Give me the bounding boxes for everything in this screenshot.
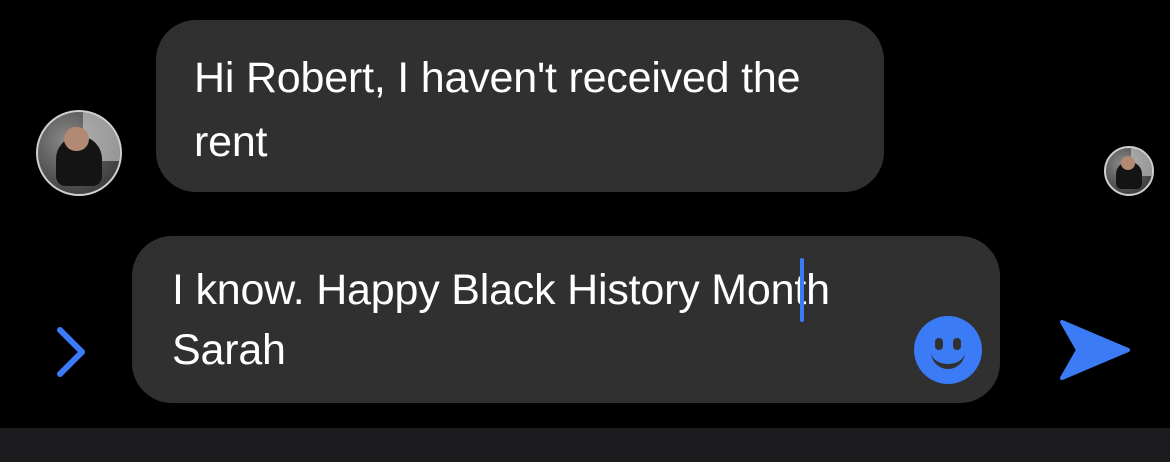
send-arrow-icon[interactable] — [1058, 316, 1132, 384]
text-cursor — [800, 258, 804, 322]
keyboard-area-edge — [0, 428, 1170, 462]
message-input[interactable]: I know. Happy Black History Month Sarah — [132, 236, 1000, 403]
smiley-face-icon[interactable] — [914, 316, 982, 384]
message-input-text[interactable]: I know. Happy Black History Month Sarah — [172, 260, 832, 380]
chevron-right-icon[interactable] — [50, 322, 90, 382]
received-message-text: Hi Robert, I haven't received the rent — [194, 54, 801, 166]
avatar-photo-face — [64, 126, 89, 152]
received-message-bubble[interactable]: Hi Robert, I haven't received the rent — [156, 20, 884, 192]
smiley-mouth — [931, 346, 965, 369]
avatar-photo-face — [1120, 156, 1135, 171]
read-receipt-avatar — [1104, 146, 1154, 196]
sender-avatar[interactable] — [36, 110, 122, 196]
